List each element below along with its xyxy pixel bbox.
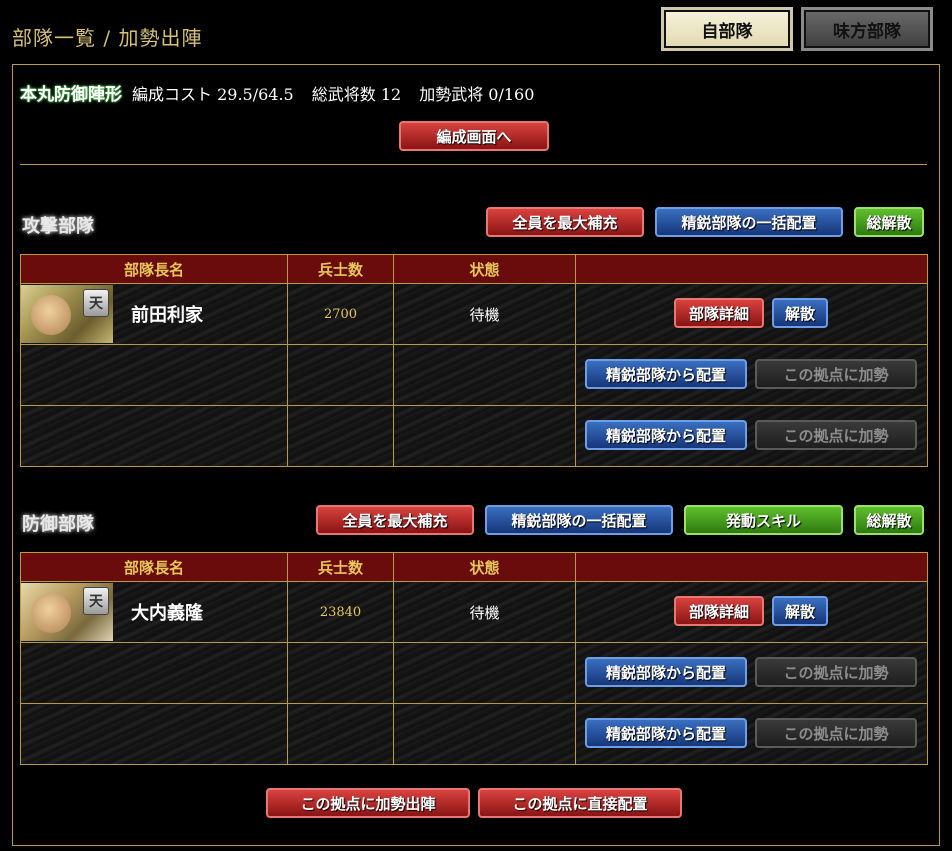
- defense-max-refill-button[interactable]: 全員を最大補充: [316, 505, 474, 535]
- face-image: [31, 295, 71, 335]
- soldier-count: 2700: [287, 283, 394, 345]
- total-generals: 総武将数 12: [311, 84, 402, 104]
- reinforce-sortie-button[interactable]: この拠点に加勢出陣: [266, 788, 470, 818]
- defense-elite-deploy-all-button[interactable]: 精鋭部隊の一括配置: [485, 505, 673, 535]
- formation-info: 本丸防御陣形 編成コスト 29.5/64.5 総武将数 12 加勢武将 0/16…: [20, 80, 552, 106]
- header-actions: [575, 552, 928, 582]
- formation-name: 本丸防御陣形: [20, 85, 122, 105]
- unit-detail-button[interactable]: 部隊詳細: [674, 298, 764, 328]
- tab-own-units[interactable]: 自部隊: [661, 7, 793, 51]
- unit-status: 待機: [393, 581, 576, 643]
- deploy-from-elite-button[interactable]: 精鋭部隊から配置: [585, 718, 747, 748]
- table-row: 精鋭部隊から配置 この拠点に加勢: [20, 405, 928, 467]
- deploy-from-elite-button[interactable]: 精鋭部隊から配置: [585, 657, 747, 687]
- attack-max-refill-button[interactable]: 全員を最大補充: [486, 207, 644, 237]
- header-actions: [575, 254, 928, 284]
- formation-cost: 編成コスト 29.5/64.5: [132, 84, 294, 104]
- active-skill-button[interactable]: 発動スキル: [684, 505, 843, 535]
- edit-screen-button[interactable]: 編成画面へ: [399, 121, 549, 151]
- reinforce-generals: 加勢武将 0/160: [419, 84, 535, 104]
- table-row: 精鋭部隊から配置 この拠点に加勢: [20, 344, 928, 406]
- defense-section-title: 防御部隊: [22, 514, 94, 535]
- reinforce-here-button[interactable]: この拠点に加勢: [755, 718, 917, 748]
- defense-units-table: 部隊長名 兵士数 状態 天 大内義隆 23840 待機 部隊詳細 解散 精鋭部隊…: [20, 552, 928, 765]
- deploy-from-elite-button[interactable]: 精鋭部隊から配置: [585, 420, 747, 450]
- header-status: 状態: [393, 552, 576, 582]
- defense-disband-all-button[interactable]: 総解散: [854, 505, 924, 535]
- unit-detail-button[interactable]: 部隊詳細: [674, 596, 764, 626]
- table-row: 精鋭部隊から配置 この拠点に加勢: [20, 642, 928, 704]
- leader-name[interactable]: 前田利家: [131, 301, 203, 327]
- unit-status: 待機: [393, 283, 576, 345]
- reinforce-here-button[interactable]: この拠点に加勢: [755, 420, 917, 450]
- attack-section-title: 攻撃部隊: [22, 216, 94, 237]
- attack-disband-all-button[interactable]: 総解散: [854, 207, 924, 237]
- header-soldiers: 兵士数: [287, 254, 394, 284]
- table-row: 精鋭部隊から配置 この拠点に加勢: [20, 703, 928, 765]
- face-image: [31, 593, 71, 633]
- soldier-count: 23840: [287, 581, 394, 643]
- table-row: 天 大内義隆 23840 待機 部隊詳細 解散: [20, 581, 928, 643]
- attack-elite-deploy-all-button[interactable]: 精鋭部隊の一括配置: [655, 207, 843, 237]
- header-leader: 部隊長名: [20, 254, 288, 284]
- rank-badge: 天: [83, 587, 109, 615]
- leader-name[interactable]: 大内義隆: [131, 599, 203, 625]
- reinforce-here-button[interactable]: この拠点に加勢: [755, 359, 917, 389]
- disband-button[interactable]: 解散: [772, 596, 828, 626]
- table-row: 天 前田利家 2700 待機 部隊詳細 解散: [20, 283, 928, 345]
- disband-button[interactable]: 解散: [772, 298, 828, 328]
- table-header-row: 部隊長名 兵士数 状態: [20, 254, 928, 284]
- reinforce-here-button[interactable]: この拠点に加勢: [755, 657, 917, 687]
- page-title: 部隊一覧 / 加勢出陣: [12, 26, 203, 50]
- deploy-from-elite-button[interactable]: 精鋭部隊から配置: [585, 359, 747, 389]
- tab-ally-units[interactable]: 味方部隊: [801, 7, 933, 51]
- table-header-row: 部隊長名 兵士数 状態: [20, 552, 928, 582]
- divider: [20, 164, 927, 165]
- rank-badge: 天: [83, 289, 109, 317]
- general-portrait[interactable]: 天: [21, 285, 113, 343]
- direct-deploy-button[interactable]: この拠点に直接配置: [478, 788, 682, 818]
- attack-units-table: 部隊長名 兵士数 状態 天 前田利家 2700 待機 部隊詳細 解散 精鋭部隊か…: [20, 254, 928, 467]
- header-status: 状態: [393, 254, 576, 284]
- header-leader: 部隊長名: [20, 552, 288, 582]
- general-portrait[interactable]: 天: [21, 583, 113, 641]
- header-soldiers: 兵士数: [287, 552, 394, 582]
